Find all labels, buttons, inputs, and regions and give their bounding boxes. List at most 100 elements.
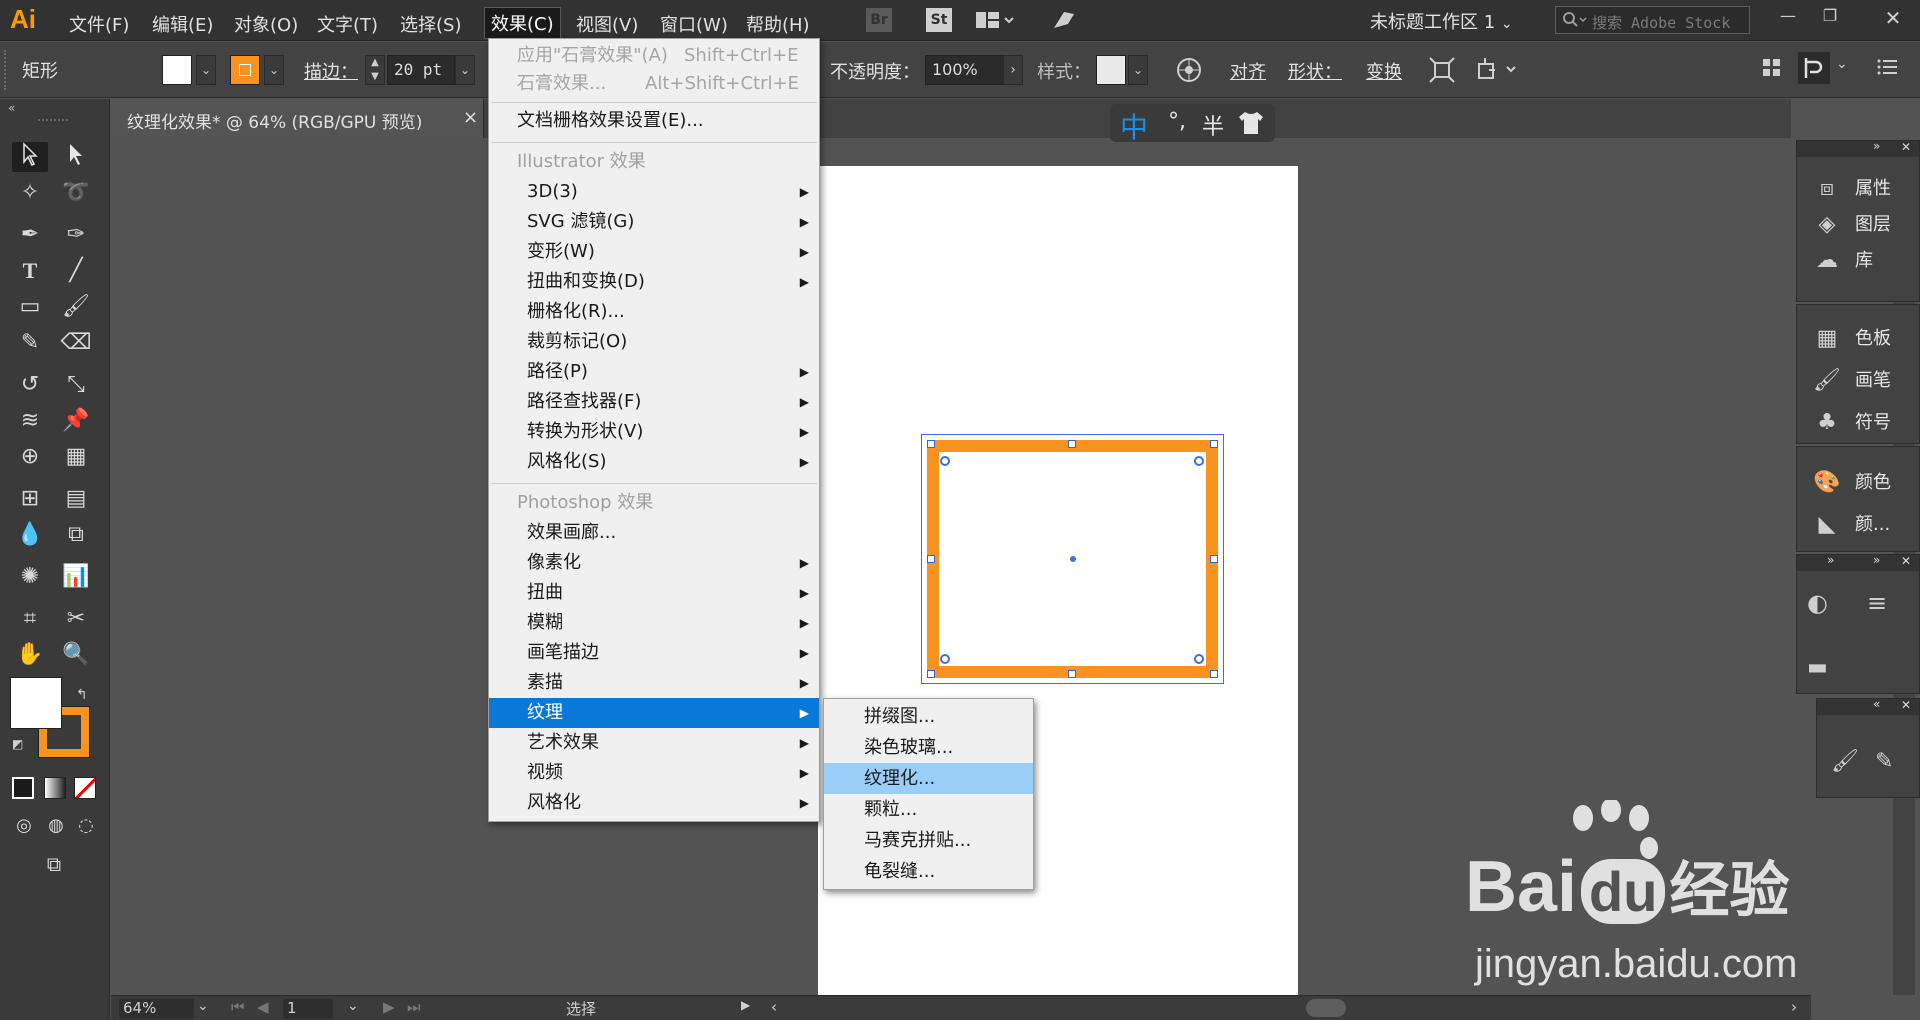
opacity-label[interactable]: 不透明度： bbox=[830, 58, 920, 84]
stroke-label[interactable]: 描边： bbox=[304, 58, 358, 84]
default-colors-icon[interactable]: ◩ bbox=[12, 737, 23, 751]
artboard-number-field[interactable]: 1 bbox=[283, 999, 333, 1019]
brushes-panel-tab[interactable]: 🖌 画笔 bbox=[1797, 363, 1919, 399]
menu-item-effect-gallery[interactable]: 效果画廊... bbox=[489, 518, 819, 548]
fill-swatch[interactable] bbox=[162, 55, 192, 85]
close-panel-icon[interactable]: ✕ bbox=[1901, 698, 1911, 712]
menu-item-stylize-photoshop[interactable]: 风格化 ▶ bbox=[489, 788, 819, 818]
bridge-icon[interactable]: Br bbox=[866, 8, 892, 32]
submenu-item-stained-glass[interactable]: 染色玻璃... bbox=[824, 732, 1033, 763]
ime-language-indicator[interactable]: 中 bbox=[1120, 106, 1148, 146]
transform-options-icon[interactable] bbox=[1475, 56, 1519, 89]
stroke-weight-dropdown[interactable]: ⌄ bbox=[455, 55, 475, 85]
color-guide-panel-tab[interactable]: ◣ 颜... bbox=[1797, 507, 1919, 543]
stock-icon[interactable]: St bbox=[926, 8, 952, 32]
shaper-tool-icon[interactable]: ✎ bbox=[12, 328, 48, 358]
draw-normal-icon[interactable]: ◎ bbox=[6, 811, 42, 841]
submenu-item-craquelure[interactable]: 龟裂缝... bbox=[824, 856, 1033, 887]
fill-dropdown[interactable]: ⌄ bbox=[196, 55, 216, 85]
graphic-style-swatch[interactable] bbox=[1096, 55, 1126, 85]
resize-handle-left[interactable] bbox=[927, 555, 935, 563]
minimize-button[interactable]: — bbox=[1773, 6, 1803, 30]
ime-punctuation-indicator[interactable]: °, bbox=[1168, 109, 1186, 134]
none-mode-icon[interactable] bbox=[74, 777, 96, 799]
stroke-weight-field[interactable]: 20 pt bbox=[387, 55, 455, 85]
menu-item-sketch[interactable]: 素描 ▶ bbox=[489, 668, 819, 698]
symbols-panel-tab[interactable]: ♣ 符号 bbox=[1797, 405, 1919, 441]
menu-item-artistic[interactable]: 艺术效果 ▶ bbox=[489, 728, 819, 758]
menu-item-document-raster-settings[interactable]: 文档栅格效果设置(E)... bbox=[489, 106, 819, 136]
resize-handle-top[interactable] bbox=[1068, 440, 1076, 448]
close-panel-icon[interactable]: ✕ bbox=[1901, 140, 1911, 154]
collapse-panels-icon[interactable]: « bbox=[1873, 697, 1880, 711]
rectangle-tool-icon[interactable]: ▭ bbox=[12, 292, 48, 322]
isolate-object-icon[interactable] bbox=[1428, 56, 1456, 89]
resize-handle-right[interactable] bbox=[1210, 555, 1218, 563]
restore-button[interactable]: ❐ bbox=[1815, 6, 1845, 30]
gradient-mode-icon[interactable] bbox=[44, 777, 66, 799]
selection-tool-icon[interactable] bbox=[12, 142, 48, 172]
resize-handle-bottom-right[interactable] bbox=[1210, 670, 1218, 678]
menu-item-path[interactable]: 路径(P) ▶ bbox=[489, 357, 819, 387]
libraries-panel-tab[interactable]: ☁ 库 bbox=[1797, 243, 1919, 279]
eraser-tool-icon[interactable]: ⌫ bbox=[58, 328, 94, 358]
menu-select[interactable]: 选择(S) bbox=[394, 9, 467, 39]
zoom-dropdown[interactable]: ⌄ bbox=[197, 998, 209, 1014]
menu-item-convert-to-shape[interactable]: 转换为形状(V) ▶ bbox=[489, 417, 819, 447]
resize-handle-bottom[interactable] bbox=[1068, 670, 1076, 678]
magic-wand-tool-icon[interactable]: ✧ bbox=[12, 178, 48, 208]
zoom-field[interactable]: 64% bbox=[119, 999, 194, 1019]
column-graph-tool-icon[interactable]: 📊 bbox=[58, 562, 94, 592]
opacity-field[interactable]: 100% bbox=[925, 55, 1005, 85]
menu-item-brush-strokes[interactable]: 画笔描边 ▶ bbox=[489, 638, 819, 668]
scroll-right-arrow[interactable]: › bbox=[1791, 998, 1797, 1016]
menu-item-pathfinder[interactable]: 路径查找器(F) ▶ bbox=[489, 387, 819, 417]
blend-tool-icon[interactable]: ⧉ bbox=[58, 520, 94, 550]
zoom-tool-icon[interactable]: 🔍 bbox=[58, 640, 94, 670]
swap-colors-icon[interactable]: ↰ bbox=[76, 687, 88, 703]
arrange-grid-icon[interactable] bbox=[1762, 58, 1782, 83]
direct-selection-tool-icon[interactable] bbox=[58, 142, 94, 172]
close-window-button[interactable]: ✕ bbox=[1878, 6, 1908, 30]
collapse-panels-icon[interactable]: » bbox=[1827, 553, 1834, 567]
menu-item-stylize-illustrator[interactable]: 风格化(S) ▶ bbox=[489, 447, 819, 477]
corner-widget-top-left[interactable] bbox=[940, 456, 950, 466]
last-artboard-button[interactable]: ⏭ bbox=[407, 998, 421, 1016]
scroll-left-arrow[interactable]: ‹ bbox=[771, 998, 777, 1016]
menu-item-svg-filters[interactable]: SVG 滤镜(G) ▶ bbox=[489, 207, 819, 237]
transform-panel-link[interactable]: 变换 bbox=[1366, 58, 1402, 84]
scale-tool-icon[interactable]: ⤡ bbox=[58, 370, 94, 400]
paintbrush-tool-icon[interactable]: 🖌 bbox=[58, 292, 94, 322]
chevron-down-icon[interactable]: ⌄ bbox=[1836, 56, 1848, 72]
transparency-icon[interactable]: ◐ bbox=[1807, 589, 1828, 617]
type-tool-icon[interactable]: T bbox=[12, 256, 48, 286]
corner-widget-top-right[interactable] bbox=[1194, 456, 1204, 466]
recolor-artwork-icon[interactable] bbox=[1175, 56, 1203, 89]
lasso-tool-icon[interactable]: ➰ bbox=[58, 178, 94, 208]
ime-width-indicator[interactable]: 半 bbox=[1202, 109, 1224, 141]
line-segment-tool-icon[interactable]: ╱ bbox=[58, 256, 94, 286]
corner-widget-bottom-right[interactable] bbox=[1194, 654, 1204, 664]
menu-item-video[interactable]: 视频 ▶ bbox=[489, 758, 819, 788]
menu-window[interactable]: 窗口(W) bbox=[654, 9, 734, 39]
properties-panel-tab[interactable]: ⧈ 属性 bbox=[1797, 171, 1919, 207]
color-mode-icon[interactable] bbox=[12, 777, 34, 799]
menu-object[interactable]: 对象(O) bbox=[228, 9, 304, 39]
collapse-panels-icon[interactable]: » bbox=[1873, 553, 1880, 567]
rotate-tool-icon[interactable]: ↺ bbox=[12, 370, 48, 400]
next-artboard-button[interactable]: ▶ bbox=[383, 998, 395, 1016]
stroke-stepper[interactable]: ▲ ▼ bbox=[365, 55, 385, 85]
layers-panel-tab[interactable]: ◈ 图层 bbox=[1797, 207, 1919, 243]
menu-item-crop-marks[interactable]: 裁剪标记(O) bbox=[489, 327, 819, 357]
resize-handle-top-right[interactable] bbox=[1210, 440, 1218, 448]
collapse-toolbar-icon[interactable]: « bbox=[8, 101, 15, 115]
slice-tool-icon[interactable]: ✂ bbox=[58, 604, 94, 634]
menu-item-blur[interactable]: 模糊 ▶ bbox=[489, 608, 819, 638]
close-panel-icon[interactable]: ✕ bbox=[1901, 554, 1911, 568]
puppet-warp-icon[interactable] bbox=[1798, 52, 1830, 84]
menu-item-rasterize[interactable]: 栅格化(R)... bbox=[489, 297, 819, 327]
opacity-arrow-button[interactable]: › bbox=[1003, 55, 1023, 85]
submenu-item-mosaic-tiles[interactable]: 马赛克拼贴... bbox=[824, 825, 1033, 856]
color-panel-tab[interactable]: 🎨 颜色 bbox=[1797, 465, 1919, 501]
workspace-switcher[interactable]: 未标题工作区 1 ⌄ bbox=[1370, 8, 1513, 34]
